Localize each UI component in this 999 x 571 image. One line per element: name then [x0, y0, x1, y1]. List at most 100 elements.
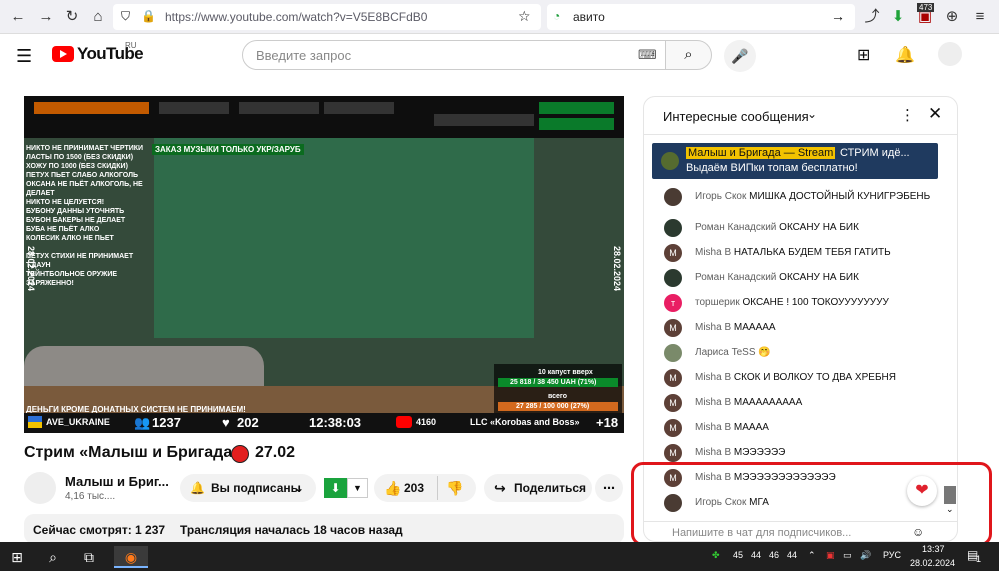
chat-header: Интересные сообщения ⌄ ⋮ ✕	[644, 97, 957, 135]
forward-icon[interactable]: →	[36, 7, 56, 27]
like-dislike-group: 👍 203 👎	[374, 474, 476, 502]
search-engine-icon: ◔	[553, 9, 561, 23]
search-placeholder: Введите запрос	[256, 48, 352, 63]
lock-icon: 🔒	[141, 9, 156, 23]
more-dots-icon: ⋯	[603, 481, 615, 495]
url-bar[interactable]: ⛉ 🔒 https://www.youtube.com/watch?v=V5E8…	[113, 4, 541, 30]
browser-toolbar: ← → ↻ ⌂ ⛉ 🔒 https://www.youtube.com/watc…	[0, 0, 999, 34]
donation-box: 10 капуст вверх 25 818 / 38 450 UAH (71%…	[494, 364, 622, 416]
music-order-banner: ЗАКАЗ МУЗЫКИ ТОЛЬКО УКР/ЗАРУБ	[152, 144, 304, 155]
browser-search-bar[interactable]: ◔ авито →	[547, 4, 855, 30]
chat-menu-icon[interactable]: ⋮	[900, 106, 915, 124]
close-icon[interactable]: ✕	[928, 104, 942, 124]
volume-icon[interactable]: 🔊	[860, 550, 871, 561]
video-title-date: 27.02	[255, 444, 296, 461]
go-arrow-icon[interactable]: →	[831, 8, 845, 24]
stream-overlay-goals	[24, 96, 624, 138]
pinned-text-2: Выдаём ВИПки топам бесплатно!	[686, 162, 858, 174]
stream-started: Трансляция началась 18 часов назад	[180, 523, 403, 537]
extensions-icon[interactable]: ⤴	[862, 7, 882, 27]
chat-avatar: M	[664, 369, 682, 387]
home-icon[interactable]: ⌂	[88, 7, 108, 27]
chat-avatar: M	[664, 319, 682, 337]
watching-now: Сейчас смотрят: 1 237	[33, 523, 166, 537]
search-icon: ⌕	[684, 46, 693, 63]
bell-icon: 🔔	[190, 481, 205, 495]
stream-rules-list: НИКТО НЕ ПРИНИМАЕТ ЧЕРТИКИ ЛАСТЫ ПО 1500…	[26, 145, 144, 287]
download-extension-button[interactable]: ⬇	[324, 478, 347, 498]
stream-stats-bar: AVE_UKRAINE 👥 1237 ♥ 202 12:38:03 4160 L…	[24, 413, 624, 433]
video-player[interactable]: ЗАКАЗ МУЗЫКИ ТОЛЬКО УКР/ЗАРУБ НИКТО НЕ П…	[24, 96, 624, 433]
download-arrow-icon: ⬇	[330, 481, 341, 495]
description-box[interactable]: Сейчас смотрят: 1 237 Трансляция началас…	[24, 514, 624, 544]
search-input[interactable]: Введите запрос ⌨	[242, 40, 666, 70]
chat-avatar	[664, 344, 682, 362]
chat-avatar	[664, 188, 682, 206]
logo-region: RU	[125, 41, 137, 50]
youtube-small-icon	[396, 416, 412, 428]
youtube-play-icon	[52, 46, 74, 62]
reload-icon[interactable]: ↻	[62, 7, 82, 27]
chat-avatar: т	[664, 294, 682, 312]
stream-timer: 12:38:03	[309, 415, 362, 430]
chevron-down-icon[interactable]: ⌄	[807, 107, 817, 121]
firefox-taskbar-icon[interactable]: ◉	[114, 546, 148, 568]
create-icon[interactable]: ⊞	[857, 45, 870, 65]
download-icon[interactable]: ⬇	[888, 7, 908, 27]
subscribed-button[interactable]: 🔔 Вы подписаны ⌄	[180, 474, 316, 502]
more-actions-button[interactable]: ⋯	[595, 474, 623, 502]
heart-icon: ♥	[222, 415, 230, 430]
notifications-count: 1	[976, 554, 982, 564]
channel-name[interactable]: Малыш и Бриг...	[65, 474, 169, 489]
bookmark-star-icon[interactable]: ☆	[518, 8, 531, 25]
clock-time[interactable]: 13:37	[922, 544, 945, 554]
pinned-text: СТРИМ идё...	[840, 147, 910, 159]
green-backdrop	[154, 138, 534, 338]
like-count: 203	[404, 481, 425, 495]
viewers-count: 1237	[152, 415, 181, 430]
pinned-message[interactable]: Малыш и Бригада — Stream СТРИМ идё... Вы…	[652, 143, 938, 179]
tray-arrow-icon[interactable]: ⌃	[808, 550, 816, 561]
share-icon: ↪	[494, 480, 506, 496]
chat-avatar: M	[664, 244, 682, 262]
voice-search-button[interactable]: 🎤	[724, 40, 756, 72]
date-watermark-right: 28.02.2024	[612, 246, 622, 292]
url-text: https://www.youtube.com/watch?v=V5E8BCFd…	[165, 10, 428, 24]
hamburger-icon[interactable]: ☰	[16, 46, 32, 67]
chat-avatar: M	[664, 419, 682, 437]
windows-taskbar: ⊞ ⌕ ⧉ ◉ ✤ 45 44 46 44 ⌃ ▣ ▭ 🔊 РУС 13:37 …	[0, 542, 999, 571]
addon-badge: 473	[917, 3, 935, 12]
globe-icon[interactable]: ⊕	[942, 7, 962, 27]
chat-avatar: M	[664, 394, 682, 412]
pinned-author: Малыш и Бригада — Stream	[686, 147, 836, 159]
channel-avatar[interactable]	[24, 472, 56, 504]
chat-mode-dropdown[interactable]: Интересные сообщения	[663, 109, 809, 124]
input-language[interactable]: РУС	[883, 550, 901, 560]
download-options-caret[interactable]: ▼	[347, 478, 368, 498]
keyboard-icon[interactable]: ⌨	[638, 47, 657, 63]
notifications-bell-icon[interactable]: 🔔	[895, 45, 915, 65]
windows-start-icon[interactable]: ⊞	[6, 546, 28, 568]
avatar[interactable]	[938, 42, 962, 66]
task-view-icon[interactable]: ⧉	[78, 546, 100, 568]
likes-count: 202	[237, 415, 259, 430]
chat-avatar: M	[664, 444, 682, 462]
search-button[interactable]: ⌕	[665, 40, 712, 70]
ukraine-flag-icon	[28, 416, 42, 428]
share-button[interactable]: ↪ Поделиться	[484, 474, 592, 502]
browser-search-value: авито	[573, 10, 605, 24]
viewers-icon: 👥	[134, 415, 151, 430]
clock-date[interactable]: 28.02.2024	[910, 558, 955, 568]
red-circle-icon	[231, 445, 249, 463]
tray-app-icon[interactable]: ▣	[826, 550, 835, 561]
dislike-button[interactable]: 👎	[446, 474, 463, 502]
back-icon[interactable]: ←	[8, 7, 28, 27]
like-button[interactable]: 👍	[384, 474, 401, 502]
video-title: Стрим «Малыш и Бригада»	[24, 444, 242, 461]
network-icon[interactable]: ▭	[843, 550, 852, 561]
menu-icon[interactable]: ≡	[970, 7, 990, 27]
tray-gpu-icon[interactable]: ✤	[712, 550, 720, 561]
channel-subscribers: 4,16 тыс....	[65, 491, 116, 502]
search-icon[interactable]: ⌕	[42, 546, 64, 568]
chevron-down-icon: ⌄	[294, 481, 305, 495]
